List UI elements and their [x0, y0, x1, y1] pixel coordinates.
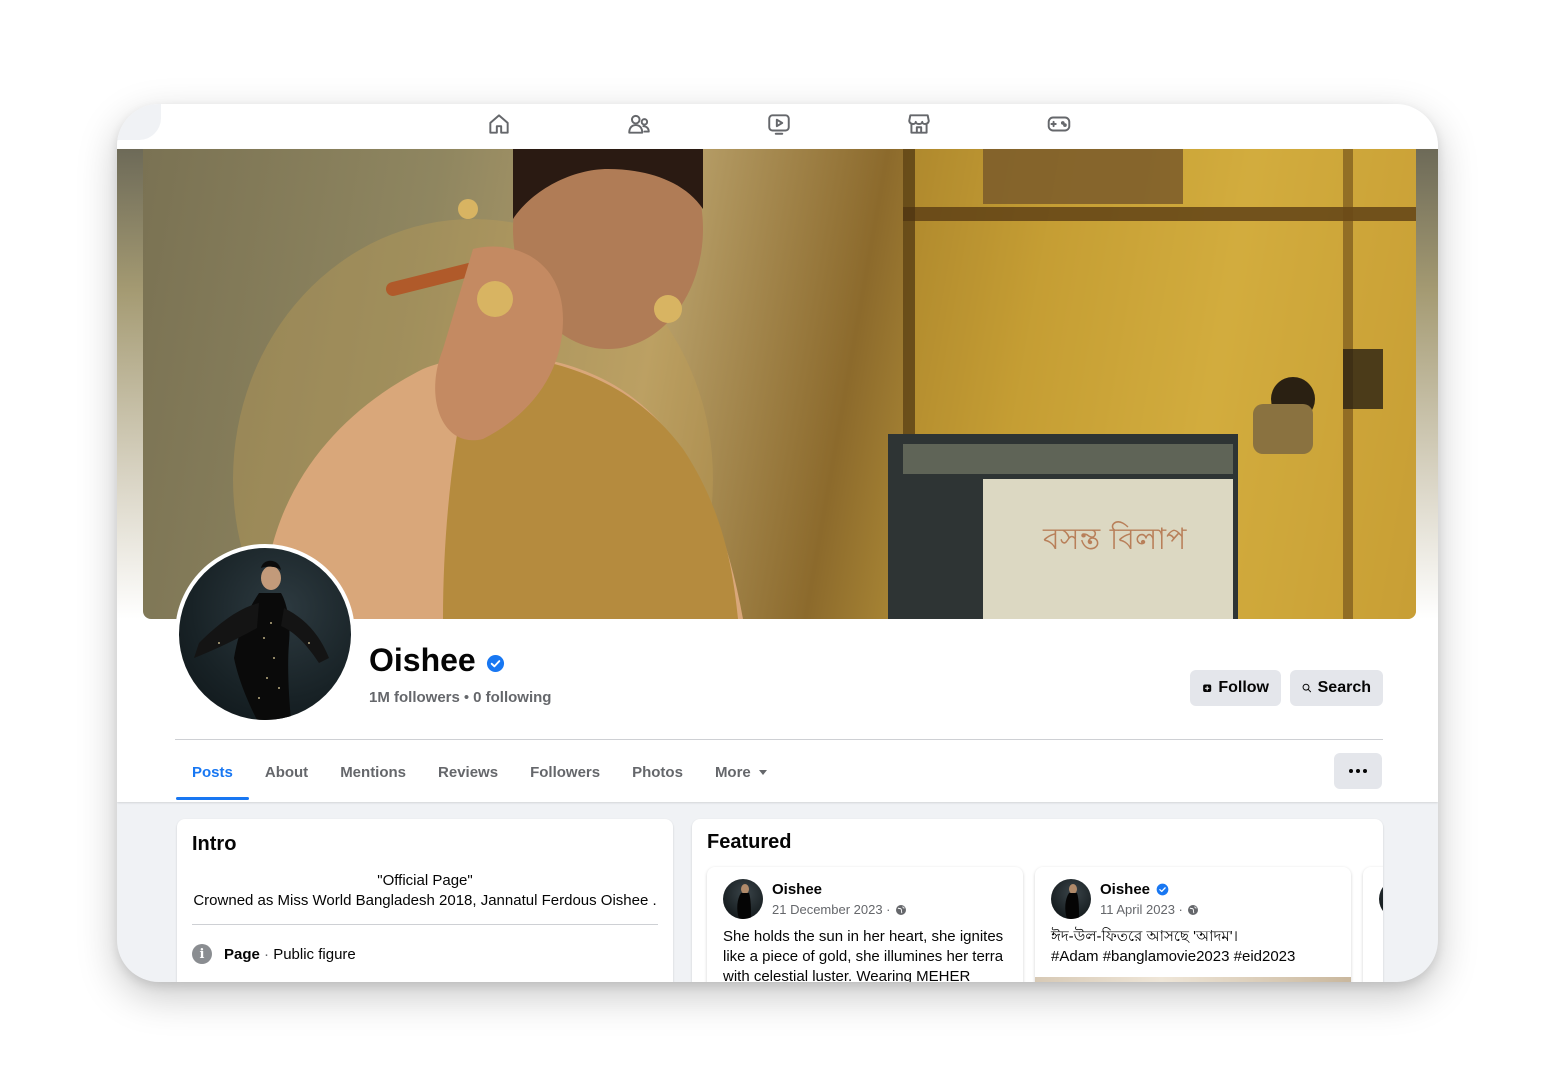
follow-button[interactable]: Follow: [1190, 670, 1281, 706]
stats-separator: •: [463, 689, 470, 706]
post-text-line: ঈদ-উল-ফিতরে আসছে 'আদম'।: [1051, 928, 1238, 945]
followers-count[interactable]: 1M followers: [369, 689, 460, 706]
tab-photos[interactable]: Photos: [616, 744, 699, 800]
tab-followers[interactable]: Followers: [514, 744, 616, 800]
watch-icon[interactable]: [762, 107, 796, 141]
post-text: She holds the sun in her heart, she igni…: [723, 928, 1004, 982]
tab-posts-label: Posts: [192, 763, 233, 781]
gaming-icon[interactable]: [1042, 107, 1076, 141]
follow-icon: [1203, 684, 1212, 693]
intro-quote: "Official Page": [377, 872, 473, 889]
globe-icon: [1187, 904, 1198, 915]
search-icon: [1302, 683, 1312, 693]
featured-post-partial[interactable]: [1363, 867, 1383, 982]
chevron-down-icon: [758, 769, 767, 775]
friends-icon[interactable]: [622, 107, 656, 141]
post-avatar[interactable]: [723, 879, 763, 919]
intro-bio: Crowned as Miss World Bangladesh 2018, J…: [193, 892, 657, 909]
tab-mentions[interactable]: Mentions: [324, 744, 422, 800]
cover-photo[interactable]: বসন্ত বিলাপ: [143, 149, 1416, 619]
tab-about[interactable]: About: [249, 744, 324, 800]
post-hashtags[interactable]: #Adam #banglamovie2023 #eid2023: [1051, 947, 1341, 967]
follow-label: Follow: [1218, 679, 1269, 696]
tab-reviews[interactable]: Reviews: [422, 744, 514, 800]
featured-title: Featured: [707, 831, 792, 853]
tab-more[interactable]: More: [699, 744, 783, 800]
featured-card: Featured Oishee 21 December 2023 · She h…: [692, 819, 1383, 982]
intro-divider: [192, 924, 658, 925]
post-text: ঈদ-উল-ফিতরে আসছে 'আদম'। #Adam #banglamov…: [1051, 927, 1341, 967]
post-date[interactable]: 21 December 2023 ·: [772, 902, 907, 917]
header-divider: [175, 739, 1383, 740]
verified-badge-icon: [1156, 883, 1169, 896]
category-separator: ·: [259, 945, 274, 963]
svg-text:বসন্ত বিলাপ: বসন্ত বিলাপ: [1042, 521, 1187, 557]
intro-card: Intro "Official Page" Crowned as Miss Wo…: [177, 819, 673, 982]
marketplace-icon[interactable]: [902, 107, 936, 141]
profile-tabs: Posts About Mentions Reviews Followers P…: [176, 744, 783, 800]
search-label: Search: [1317, 679, 1371, 696]
tab-mentions-label: Mentions: [340, 763, 407, 781]
post-image[interactable]: [1035, 977, 1351, 982]
intro-category-row: i Page · Public figure: [192, 944, 356, 964]
top-navigation-bar: [117, 104, 1438, 149]
globe-icon: [895, 904, 906, 915]
tab-photos-label: Photos: [632, 763, 683, 781]
profile-name: Oishee: [369, 642, 476, 678]
verified-badge-icon: [486, 654, 504, 673]
profile-avatar[interactable]: [175, 544, 355, 724]
tab-posts[interactable]: Posts: [176, 744, 249, 800]
tab-more-label: More: [714, 763, 751, 781]
post-avatar[interactable]: [1051, 879, 1091, 919]
tab-reviews-label: Reviews: [438, 763, 499, 781]
following-count[interactable]: 0 following: [473, 689, 551, 706]
featured-post[interactable]: Oishee 11 April 2023 · ঈদ-উল-ফিতরে আসছে …: [1035, 867, 1351, 982]
post-author[interactable]: Oishee: [772, 881, 822, 898]
profile-header: বসন্ত বিলাপ Oishee 1M followers • 0 foll…: [117, 149, 1438, 802]
category-value: Public figure: [273, 945, 356, 963]
search-corner[interactable]: [117, 104, 161, 140]
post-avatar[interactable]: [1379, 879, 1383, 919]
intro-title: Intro: [192, 833, 237, 855]
post-author[interactable]: Oishee: [1100, 881, 1169, 898]
more-options-button[interactable]: [1334, 753, 1382, 789]
home-icon[interactable]: [482, 107, 516, 141]
profile-search-button[interactable]: Search: [1290, 670, 1383, 706]
tab-about-label: About: [264, 763, 309, 781]
featured-post[interactable]: Oishee 21 December 2023 · She holds the …: [707, 867, 1023, 982]
post-date[interactable]: 11 April 2023 ·: [1100, 902, 1199, 917]
tab-followers-label: Followers: [530, 763, 601, 781]
info-icon: i: [192, 944, 212, 964]
category-label: Page: [224, 945, 260, 963]
follower-stats: 1M followers • 0 following: [369, 689, 551, 706]
browser-frame: বসন্ত বিলাপ Oishee 1M followers • 0 foll…: [117, 104, 1438, 982]
